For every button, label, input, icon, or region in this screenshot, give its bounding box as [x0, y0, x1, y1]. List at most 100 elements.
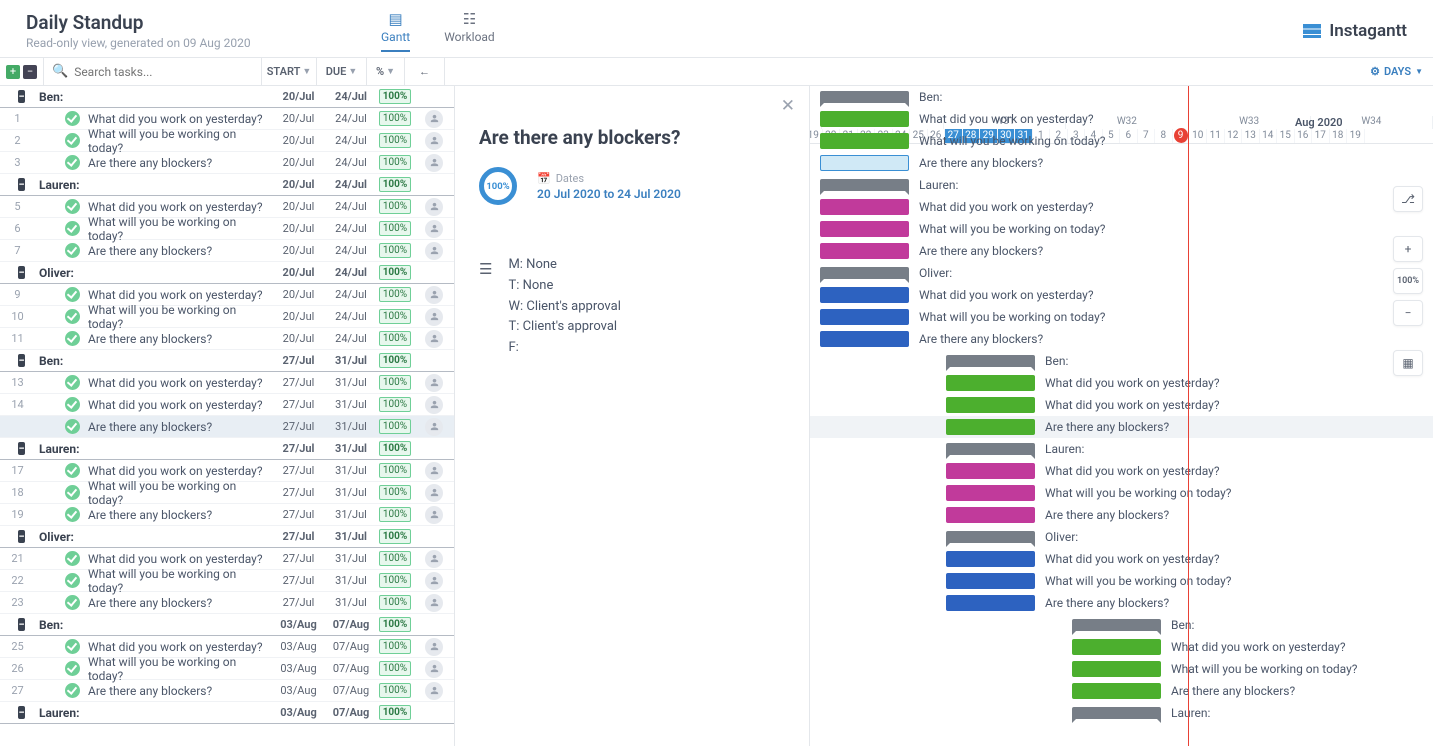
- group-row[interactable]: −Oliver:20/Jul24/Jul100%: [0, 262, 454, 284]
- avatar[interactable]: [425, 484, 443, 502]
- task-row[interactable]: 11Are there any blockers?20/Jul24/Jul100…: [0, 328, 454, 350]
- task-row[interactable]: 23Are there any blockers?27/Jul31/Jul100…: [0, 592, 454, 614]
- gantt-bar[interactable]: [820, 287, 909, 303]
- gantt-bar[interactable]: [820, 179, 909, 191]
- close-icon[interactable]: ✕: [781, 96, 795, 116]
- collapse-icon[interactable]: −: [18, 266, 24, 279]
- collapse-icon[interactable]: −: [18, 178, 24, 191]
- task-row[interactable]: 27Are there any blockers?03/Aug07/Aug100…: [0, 680, 454, 702]
- tab-gantt[interactable]: ▤ Gantt: [381, 10, 410, 52]
- task-row[interactable]: 13What did you work on yesterday?27/Jul3…: [0, 372, 454, 394]
- task-row[interactable]: 6What will you be working on today?20/Ju…: [0, 218, 454, 240]
- collapse-all-button[interactable]: −: [23, 65, 37, 79]
- collapse-icon[interactable]: −: [18, 354, 24, 367]
- avatar[interactable]: [425, 462, 443, 480]
- gantt-bar[interactable]: [946, 463, 1035, 479]
- gantt-bar[interactable]: [1072, 707, 1161, 719]
- avatar[interactable]: [425, 154, 443, 172]
- avatar[interactable]: [425, 198, 443, 216]
- avatar[interactable]: [425, 286, 443, 304]
- tab-workload[interactable]: ☷ Workload: [444, 10, 495, 52]
- gantt-bar[interactable]: [820, 267, 909, 279]
- gantt-bar[interactable]: [1072, 683, 1161, 699]
- collapse-icon[interactable]: −: [18, 530, 24, 543]
- task-row[interactable]: 3Are there any blockers?20/Jul24/Jul100%: [0, 152, 454, 174]
- gantt-bar[interactable]: [820, 111, 909, 127]
- col-start-header[interactable]: START▼: [262, 58, 317, 85]
- avatar[interactable]: [425, 660, 443, 678]
- gantt-bar[interactable]: [820, 155, 909, 171]
- task-row[interactable]: 22What will you be working on today?27/J…: [0, 570, 454, 592]
- gantt-bar[interactable]: [946, 531, 1035, 543]
- gantt-bar[interactable]: [820, 221, 909, 237]
- gantt-bar[interactable]: [946, 551, 1035, 567]
- gantt-bar[interactable]: [946, 443, 1035, 455]
- task-list[interactable]: −Ben:20/Jul24/Jul100%1What did you work …: [0, 86, 455, 746]
- expand-all-button[interactable]: +: [6, 65, 20, 79]
- gantt-bar[interactable]: [946, 573, 1035, 589]
- collapse-icon[interactable]: −: [18, 442, 24, 455]
- col-pct-header[interactable]: %▼: [367, 58, 405, 85]
- gantt-bar[interactable]: [946, 375, 1035, 391]
- avatar[interactable]: [425, 682, 443, 700]
- gantt-bar[interactable]: [946, 485, 1035, 501]
- collapse-icon[interactable]: −: [18, 618, 24, 631]
- task-row[interactable]: 7Are there any blockers?20/Jul24/Jul100%: [0, 240, 454, 262]
- gantt-bar[interactable]: [1072, 619, 1161, 631]
- search-box[interactable]: 🔍: [43, 58, 262, 85]
- avatar[interactable]: [425, 220, 443, 238]
- avatar[interactable]: [425, 638, 443, 656]
- search-input[interactable]: [74, 65, 253, 79]
- task-row[interactable]: 14What did you work on yesterday?27/Jul3…: [0, 394, 454, 416]
- task-row[interactable]: Are there any blockers?27/Jul31/Jul100%: [0, 416, 454, 438]
- zoom-in-button[interactable]: +: [1393, 236, 1423, 262]
- task-row[interactable]: 2What will you be working on today?20/Ju…: [0, 130, 454, 152]
- collapse-icon[interactable]: −: [18, 90, 24, 103]
- task-row[interactable]: 19Are there any blockers?27/Jul31/Jul100…: [0, 504, 454, 526]
- avatar[interactable]: [425, 550, 443, 568]
- task-row[interactable]: 18What will you be working on today?27/J…: [0, 482, 454, 504]
- gantt-bar[interactable]: [820, 199, 909, 215]
- task-row[interactable]: 26What will you be working on today?03/A…: [0, 658, 454, 680]
- avatar[interactable]: [425, 572, 443, 590]
- group-row[interactable]: −Lauren:03/Aug07/Aug100%: [0, 702, 454, 724]
- avatar[interactable]: [425, 132, 443, 150]
- group-row[interactable]: −Ben:20/Jul24/Jul100%: [0, 86, 454, 108]
- group-row[interactable]: −Ben:03/Aug07/Aug100%: [0, 614, 454, 636]
- group-row[interactable]: −Lauren:20/Jul24/Jul100%: [0, 174, 454, 196]
- avatar[interactable]: [425, 374, 443, 392]
- avatar[interactable]: [425, 242, 443, 260]
- gantt-bar[interactable]: [820, 243, 909, 259]
- gantt-bar[interactable]: [820, 133, 909, 149]
- gantt-bar[interactable]: [820, 309, 909, 325]
- minimap-button[interactable]: ▦: [1393, 350, 1423, 376]
- branch-button[interactable]: ⎇: [1393, 186, 1423, 212]
- avatar[interactable]: [425, 110, 443, 128]
- gantt-chart[interactable]: Ben:What did you work on yesterday?What …: [810, 86, 1433, 746]
- gantt-bar[interactable]: [1072, 661, 1161, 677]
- gantt-bar[interactable]: [946, 419, 1035, 435]
- gantt-bar[interactable]: [820, 331, 909, 347]
- task-row[interactable]: 10What will you be working on today?20/J…: [0, 306, 454, 328]
- group-row[interactable]: −Lauren:27/Jul31/Jul100%: [0, 438, 454, 460]
- timescale-button[interactable]: ⚙ DAYS ▼: [1370, 65, 1423, 78]
- collapse-icon[interactable]: −: [18, 706, 24, 719]
- gantt-bar[interactable]: [946, 397, 1035, 413]
- back-button[interactable]: ←: [405, 58, 445, 85]
- avatar[interactable]: [425, 308, 443, 326]
- avatar[interactable]: [425, 506, 443, 524]
- gantt-bar[interactable]: [946, 507, 1035, 523]
- zoom-out-button[interactable]: −: [1393, 300, 1423, 326]
- zoom-reset-button[interactable]: 100%: [1393, 268, 1423, 294]
- group-row[interactable]: −Ben:27/Jul31/Jul100%: [0, 350, 454, 372]
- avatar[interactable]: [425, 594, 443, 612]
- avatar[interactable]: [425, 396, 443, 414]
- gantt-bar[interactable]: [946, 355, 1035, 367]
- gantt-bar[interactable]: [946, 595, 1035, 611]
- avatar[interactable]: [425, 330, 443, 348]
- gantt-bar[interactable]: [820, 91, 909, 103]
- col-due-header[interactable]: DUE▼: [317, 58, 367, 85]
- gantt-bar[interactable]: [1072, 639, 1161, 655]
- avatar[interactable]: [425, 418, 443, 436]
- group-row[interactable]: −Oliver:27/Jul31/Jul100%: [0, 526, 454, 548]
